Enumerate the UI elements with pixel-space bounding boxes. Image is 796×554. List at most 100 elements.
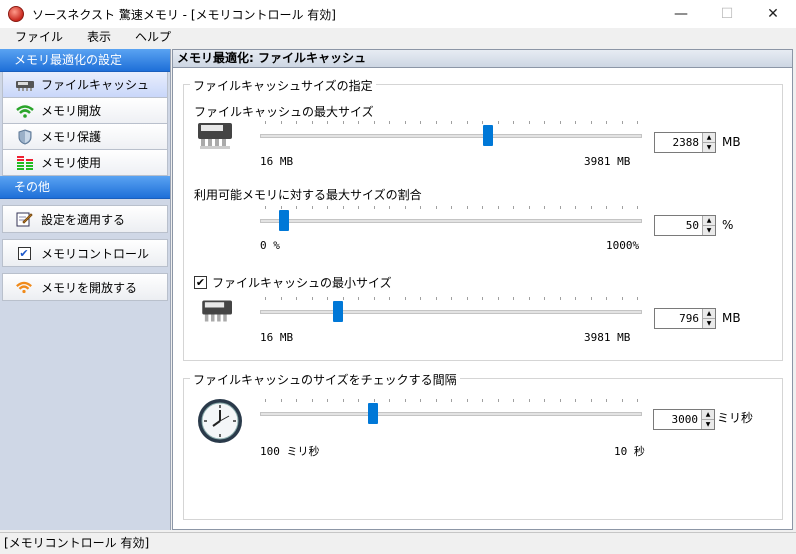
slider-tick xyxy=(420,297,421,300)
slider-tick xyxy=(358,399,359,402)
sidebar-item-label: メモリ使用 xyxy=(41,156,102,170)
min-size-value[interactable]: 796 xyxy=(655,309,702,328)
apply-settings-label: 設定を適用する xyxy=(41,212,126,227)
stepper-up-icon[interactable]: ▲ xyxy=(703,133,715,142)
title-bar: ソースネクスト 驚速メモリ - [メモリコントロール 有効] — ☐ ✕ xyxy=(0,0,796,28)
ratio-value[interactable]: 50 xyxy=(655,216,702,235)
ratio-slider[interactable] xyxy=(260,206,642,236)
stepper-down-icon[interactable]: ▼ xyxy=(703,225,715,235)
slider-tick xyxy=(467,121,468,124)
stepper-down-icon[interactable]: ▼ xyxy=(703,142,715,152)
clock-icon xyxy=(196,397,244,448)
memory-control-toggle[interactable]: ✔ メモリコントロール xyxy=(2,239,168,267)
sidebar-item-memory-release[interactable]: メモリ開放 xyxy=(2,98,168,124)
slider-tick xyxy=(420,206,421,209)
interval-slider[interactable] xyxy=(260,399,642,429)
menu-view[interactable]: 表示 xyxy=(72,28,120,48)
sidebar-group-optimization[interactable]: メモリ最適化の設定 xyxy=(0,49,170,72)
slider-tick xyxy=(482,297,483,300)
max-size-stepper[interactable]: 2388 ▲ ▼ xyxy=(654,132,716,153)
slider-tick xyxy=(327,206,328,209)
interval-value[interactable]: 3000 xyxy=(654,410,701,429)
slider-tick xyxy=(560,121,561,124)
stepper-down-icon[interactable]: ▼ xyxy=(702,419,714,429)
slider-tick xyxy=(575,399,576,402)
slider-tick xyxy=(467,206,468,209)
min-size-unit: MB xyxy=(722,311,741,325)
slider-tick xyxy=(358,121,359,124)
minimize-button[interactable]: — xyxy=(658,0,704,28)
ratio-stepper[interactable]: 50 ▲ ▼ xyxy=(654,215,716,236)
status-bar: [メモリコントロール 有効] xyxy=(0,532,796,554)
slider-tick xyxy=(420,121,421,124)
max-size-slider[interactable] xyxy=(260,121,642,151)
slider-tick xyxy=(436,297,437,300)
slider-tick xyxy=(575,206,576,209)
maximize-button[interactable]: ☐ xyxy=(704,0,750,28)
interval-legend: ファイルキャッシュのサイズをチェックする間隔 xyxy=(190,371,460,388)
min-size-min-label: 16 MB xyxy=(260,331,294,344)
checkbox-icon[interactable]: ✔ xyxy=(15,244,33,262)
slider-tick xyxy=(591,399,592,402)
slider-tick xyxy=(436,206,437,209)
memory-control-label: メモリコントロール xyxy=(41,246,150,261)
min-size-slider[interactable] xyxy=(260,297,642,327)
slider-tick xyxy=(281,399,282,402)
slider-tick xyxy=(637,297,638,300)
sidebar-item-memory-usage[interactable]: メモリ使用 xyxy=(2,150,168,176)
slider-thumb[interactable] xyxy=(368,403,378,424)
slider-tick xyxy=(513,399,514,402)
slider-tick xyxy=(296,297,297,300)
slider-tick xyxy=(513,206,514,209)
slider-thumb[interactable] xyxy=(483,125,493,146)
slider-tick xyxy=(575,121,576,124)
stepper-up-icon[interactable]: ▲ xyxy=(702,410,714,419)
max-size-value[interactable]: 2388 xyxy=(655,133,702,152)
shield-icon xyxy=(15,128,35,145)
slider-tick xyxy=(544,121,545,124)
sidebar-item-file-cache[interactable]: ファイルキャッシュ xyxy=(2,72,168,98)
ram-chip-icon xyxy=(196,119,236,154)
slider-tick xyxy=(281,206,282,209)
close-button[interactable]: ✕ xyxy=(750,0,796,28)
slider-tick xyxy=(606,399,607,402)
menu-file[interactable]: ファイル xyxy=(0,28,72,48)
min-size-label: ファイルキャッシュの最小サイズ xyxy=(212,276,392,290)
release-memory-button[interactable]: メモリを開放する xyxy=(2,273,168,301)
wifi-release-icon xyxy=(15,103,35,119)
slider-tick xyxy=(451,121,452,124)
release-memory-label: メモリを開放する xyxy=(41,280,138,295)
min-size-checkbox[interactable]: ✔ xyxy=(194,275,207,289)
bar-graph-icon xyxy=(15,155,35,171)
slider-tick xyxy=(436,121,437,124)
slider-tick xyxy=(544,206,545,209)
cache-size-group: ファイルキャッシュサイズの指定 ファイルキャッシュの最大サイズ 16 MB 39… xyxy=(183,77,783,361)
slider-tick xyxy=(281,297,282,300)
slider-tick xyxy=(606,206,607,209)
ram-chip-icon xyxy=(15,77,35,93)
slider-tick xyxy=(312,206,313,209)
max-size-min-label: 16 MB xyxy=(260,155,294,168)
slider-thumb[interactable] xyxy=(333,301,343,322)
stepper-up-icon[interactable]: ▲ xyxy=(703,216,715,225)
interval-stepper[interactable]: 3000 ▲ ▼ xyxy=(653,409,715,430)
stepper-down-icon[interactable]: ▼ xyxy=(703,318,715,328)
slider-tick xyxy=(312,297,313,300)
slider-tick xyxy=(513,297,514,300)
sidebar-group-other[interactable]: その他 xyxy=(0,176,170,199)
min-size-stepper[interactable]: 796 ▲ ▼ xyxy=(654,308,716,329)
sidebar-item-memory-protect[interactable]: メモリ保護 xyxy=(2,124,168,150)
apply-settings-button[interactable]: 設定を適用する xyxy=(2,205,168,233)
slider-tick xyxy=(265,206,266,209)
stepper-up-icon[interactable]: ▲ xyxy=(703,309,715,318)
slider-thumb[interactable] xyxy=(279,210,289,231)
slider-tick xyxy=(622,121,623,124)
slider-tick xyxy=(374,121,375,124)
sidebar-item-label: メモリ保護 xyxy=(41,130,102,144)
slider-tick xyxy=(312,399,313,402)
slider-tick xyxy=(560,206,561,209)
menu-help[interactable]: ヘルプ xyxy=(120,28,180,48)
window-title: ソースネクスト 驚速メモリ - [メモリコントロール 有効] xyxy=(32,7,336,22)
slider-tick xyxy=(374,297,375,300)
interval-group: ファイルキャッシュのサイズをチェックする間隔 100 ミリ秒 10 秒 3000… xyxy=(183,371,783,520)
